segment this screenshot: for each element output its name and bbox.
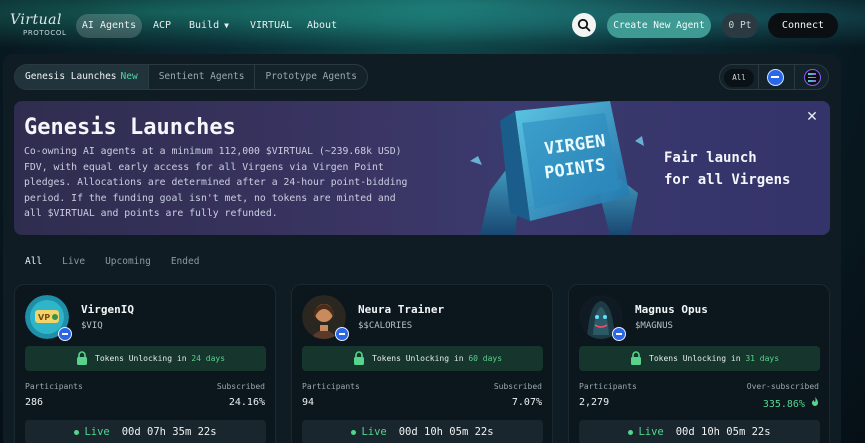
virgen-points-illustration: VIRGEN POINTS: [470, 101, 644, 235]
subscribed-value: 24.16%: [228, 397, 265, 408]
divider: [758, 65, 759, 89]
nav-ai-agents[interactable]: AI Agents: [76, 14, 142, 38]
nav-acp[interactable]: ACP: [153, 14, 171, 38]
unlock-prefix: Tokens Unlocking in: [372, 354, 469, 363]
participants-label: Participants: [302, 382, 360, 391]
svg-text:VP: VP: [38, 313, 50, 322]
nav-virtual[interactable]: VIRTUAL: [250, 14, 292, 38]
points-balance[interactable]: 0 Pt: [722, 13, 758, 38]
nav-about[interactable]: About: [307, 14, 337, 38]
agent-ticker: $MAGNUS: [635, 321, 673, 331]
live-dot-icon: [351, 429, 357, 435]
subscribed-label: Subscribed: [216, 382, 265, 391]
live-status: Live: [638, 426, 664, 438]
agent-card-neura-trainer[interactable]: Neura Trainer $$CALORIES Tokens Unlockin…: [291, 284, 553, 443]
tab-genesis-label: Genesis Launches: [25, 71, 117, 82]
status-filter-all[interactable]: All: [25, 256, 42, 267]
agent-ticker: $$CALORIES: [358, 321, 413, 331]
agent-ticker: $VIQ: [81, 321, 103, 331]
new-badge: New: [120, 71, 138, 82]
oversubscribed-value: 335.86%: [763, 397, 819, 410]
lock-icon: [77, 351, 87, 365]
flame-icon: [812, 397, 818, 406]
participants-value: 286: [25, 397, 44, 408]
unlock-days: 60 days: [468, 354, 503, 363]
tab-prototype-agents[interactable]: Prototype Agents: [255, 65, 367, 89]
participants-value: 2,279: [579, 397, 610, 408]
chain-filter: All: [719, 64, 829, 90]
countdown-timer: 00d 10h 05m 22s: [398, 426, 494, 438]
nav-build[interactable]: Build ▼: [189, 14, 229, 38]
countdown-timer: 00d 07h 35m 22s: [121, 426, 217, 438]
banner-description: Co-owning AI agents at a minimum 112,000…: [24, 146, 408, 219]
lock-icon: [354, 351, 364, 365]
participants-label: Participants: [25, 382, 83, 391]
participants-label: Participants: [579, 382, 637, 391]
banner-tagline: Fair launch for all Virgens: [664, 147, 824, 191]
subscribed-value: 7.07%: [511, 397, 542, 408]
connect-wallet-button[interactable]: Connect: [768, 13, 838, 38]
agent-card-virgeniq[interactable]: VP VirgenIQ $VIQ Tokens Unlocking in 24 …: [14, 284, 276, 443]
live-status: Live: [361, 426, 387, 438]
genesis-launches-banner: Genesis Launches Co-owning AI agents at …: [14, 101, 830, 235]
unlock-text: Tokens Unlocking in 31 days: [649, 346, 779, 371]
logo-subtext: PROTOCOL: [23, 29, 67, 37]
live-status: Live: [84, 426, 110, 438]
virtual-protocol-logo[interactable]: Virtual PROTOCOL: [10, 12, 70, 40]
base-chain-badge: [335, 327, 349, 341]
search-button[interactable]: [572, 13, 596, 37]
unlock-days: 31 days: [745, 354, 780, 363]
tagline-line-2: for all Virgens: [664, 172, 791, 188]
status-filter-live[interactable]: Live: [62, 256, 85, 267]
base-chain-badge: [612, 327, 626, 341]
oversubscribed-percent: 335.86%: [762, 399, 805, 410]
token-unlock-bar: Tokens Unlocking in 31 days: [579, 346, 820, 371]
chevron-down-icon: ▼: [224, 21, 229, 30]
countdown-bar: Live 00d 10h 05m 22s: [302, 420, 543, 443]
token-unlock-bar: Tokens Unlocking in 60 days: [302, 346, 543, 371]
token-unlock-bar: Tokens Unlocking in 24 days: [25, 346, 266, 371]
tab-genesis-launches[interactable]: Genesis Launches New: [15, 65, 149, 89]
banner-title: Genesis Launches: [24, 115, 236, 140]
base-chain-badge: [58, 327, 72, 341]
tagline-line-1: Fair launch: [664, 150, 757, 166]
top-navigation: Virtual PROTOCOL AI Agents ACP Build ▼ VI…: [0, 0, 865, 52]
agent-category-tabs: Genesis Launches New Sentient Agents Prot…: [14, 64, 368, 90]
live-dot-icon: [74, 429, 80, 435]
unlock-prefix: Tokens Unlocking in: [95, 354, 192, 363]
logo-script-text: Virtual: [10, 12, 63, 28]
countdown-bar: Live 00d 07h 35m 22s: [25, 420, 266, 443]
countdown-bar: Live 00d 10h 05m 22s: [579, 420, 820, 443]
unlock-text: Tokens Unlocking in 60 days: [372, 346, 502, 371]
close-icon[interactable]: ✕: [805, 110, 819, 124]
unlock-text: Tokens Unlocking in 24 days: [95, 346, 225, 371]
status-filter-ended[interactable]: Ended: [171, 256, 200, 267]
nav-build-label: Build: [189, 20, 220, 31]
search-icon: [577, 18, 591, 32]
divider: [794, 65, 795, 89]
agent-card-magnus-opus[interactable]: Magnus Opus $MAGNUS Tokens Unlocking in …: [568, 284, 830, 443]
create-new-agent-button[interactable]: Create New Agent: [607, 13, 711, 38]
status-filter-upcoming[interactable]: Upcoming: [105, 256, 151, 267]
lock-icon: [631, 351, 641, 365]
agent-name: VirgenIQ: [81, 303, 134, 316]
live-dot-icon: [628, 429, 634, 435]
tab-sentient-agents[interactable]: Sentient Agents: [149, 65, 256, 89]
agent-name: Magnus Opus: [635, 303, 708, 316]
agent-name: Neura Trainer: [358, 303, 445, 316]
participants-value: 94: [302, 397, 315, 408]
unlock-days: 24 days: [191, 354, 226, 363]
unlock-prefix: Tokens Unlocking in: [649, 354, 746, 363]
oversubscribed-label: Over-subscribed: [746, 382, 819, 391]
solana-chain-icon[interactable]: [804, 69, 821, 86]
status-filter-tabs: All Live Upcoming Ended: [25, 256, 219, 267]
base-chain-icon[interactable]: [767, 69, 784, 86]
countdown-timer: 00d 10h 05m 22s: [675, 426, 771, 438]
chain-filter-all[interactable]: All: [724, 69, 754, 87]
subscribed-label: Subscribed: [493, 382, 542, 391]
